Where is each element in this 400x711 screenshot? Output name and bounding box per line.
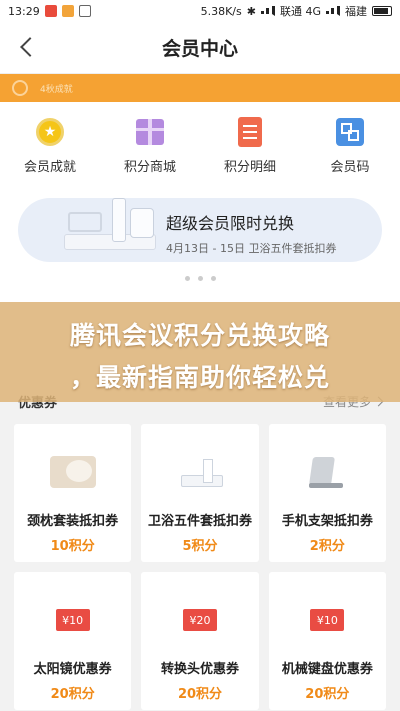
menu-item-label: 积分明细 bbox=[223, 160, 276, 175]
headline-overlay: 腾讯会议积分兑换攻略 ，最新指南助你轻松兑 bbox=[0, 302, 400, 402]
carrier-label: 联通 4G bbox=[279, 5, 321, 18]
member-level-strip: 4秋成就 bbox=[0, 74, 400, 102]
carousel-dot[interactable] bbox=[184, 276, 190, 281]
product-points: 20积分 bbox=[305, 687, 350, 702]
banner-title: 超级会员限时兑换 bbox=[166, 214, 295, 233]
level-text: 4秋成就 bbox=[40, 84, 73, 95]
product-card[interactable]: 卫浴五件套抵扣券 5积分 bbox=[141, 424, 259, 562]
product-points: 5积分 bbox=[182, 539, 218, 554]
menu-item-points-detail[interactable]: 积分明细 bbox=[200, 102, 300, 184]
medal-icon: ★ bbox=[36, 118, 64, 146]
network-speed: 5.38K/s bbox=[200, 4, 242, 18]
product-card[interactable]: 颈枕套装抵扣券 10积分 bbox=[14, 424, 132, 562]
app-notification-icon bbox=[61, 5, 74, 17]
menu-item-points-mall[interactable]: 积分商城 bbox=[100, 102, 200, 184]
product-card[interactable]: ¥10 机械键盘优惠券 20积分 bbox=[268, 572, 386, 710]
product-points: 20积分 bbox=[50, 687, 95, 702]
location-pin-icon bbox=[12, 80, 28, 96]
carrier-label: 福建 bbox=[345, 5, 367, 18]
page-title: 会员中心 bbox=[161, 38, 238, 60]
carousel-dot[interactable] bbox=[197, 276, 203, 281]
promo-banner[interactable]: 超级会员限时兑换 4月13日 - 15日 卫浴五件套抵扣券 bbox=[18, 198, 382, 262]
phone-stand-image bbox=[307, 453, 347, 491]
product-name: 机械键盘优惠券 bbox=[281, 662, 373, 677]
promo-banner-area: 超级会员限时兑换 4月13日 - 15日 卫浴五件套抵扣券 bbox=[0, 184, 400, 302]
nav-bar: 会员中心 bbox=[0, 22, 400, 74]
document-icon bbox=[238, 117, 262, 147]
headline-line-2: ，最新指南助你轻松兑 bbox=[69, 363, 330, 392]
product-name: 卫浴五件套抵扣券 bbox=[147, 514, 252, 529]
product-name: 手机支架抵扣券 bbox=[281, 514, 373, 529]
carousel-indicator bbox=[0, 276, 400, 281]
pillow-image bbox=[49, 456, 96, 488]
menu-item-label: 会员码 bbox=[330, 160, 370, 175]
product-card[interactable]: ¥10 太阳镜优惠券 20积分 bbox=[14, 572, 132, 710]
status-time: 13:29 bbox=[8, 4, 40, 18]
product-name: 颈枕套装抵扣券 bbox=[27, 514, 119, 529]
carousel-dot[interactable] bbox=[210, 276, 216, 281]
coupon-grid: 颈枕套装抵扣券 10积分 卫浴五件套抵扣券 5积分 手机支架抵扣券 2积分 ¥1… bbox=[14, 424, 386, 710]
product-card[interactable]: ¥20 转换头优惠券 20积分 bbox=[141, 572, 259, 710]
image-notification-icon bbox=[78, 5, 91, 17]
bath-set-image bbox=[54, 190, 174, 260]
menu-item-member-code[interactable]: 会员码 bbox=[300, 102, 400, 184]
app-notification-icon bbox=[44, 5, 57, 17]
coupon-icon: ¥10 bbox=[310, 609, 345, 631]
quick-menu: ★ 会员成就 积分商城 积分明细 会员码 bbox=[0, 102, 400, 184]
page: 13:29 5.38K/s ✱ 联通 4G 福建 会员中心 4秋成就 ★ 会员成… bbox=[0, 0, 400, 711]
bluetooth-icon: ✱ bbox=[246, 4, 256, 18]
product-points: 20积分 bbox=[177, 687, 223, 702]
signal-icon bbox=[260, 6, 275, 16]
menu-item-achievements[interactable]: ★ 会员成就 bbox=[0, 102, 100, 184]
back-arrow-icon[interactable] bbox=[14, 34, 40, 60]
qrcode-icon bbox=[336, 118, 364, 146]
gift-icon bbox=[136, 119, 164, 145]
signal-icon bbox=[326, 6, 340, 16]
banner-subtitle: 4月13日 - 15日 卫浴五件套抵扣券 bbox=[166, 242, 337, 255]
product-points: 10积分 bbox=[50, 539, 95, 554]
menu-item-label: 会员成就 bbox=[23, 160, 76, 175]
product-name: 太阳镜优惠券 bbox=[33, 662, 112, 677]
status-bar: 13:29 5.38K/s ✱ 联通 4G 福建 bbox=[0, 0, 400, 22]
headline-line-1: 腾讯会议积分兑换攻略 bbox=[69, 321, 330, 350]
product-name: 转换头优惠券 bbox=[160, 662, 239, 677]
menu-item-label: 积分商城 bbox=[123, 160, 176, 175]
coupon-icon: ¥20 bbox=[182, 609, 217, 631]
battery-icon bbox=[372, 6, 392, 16]
coupon-icon: ¥10 bbox=[55, 609, 90, 631]
product-card[interactable]: 手机支架抵扣券 2积分 bbox=[268, 424, 386, 562]
bath-set-image bbox=[175, 457, 225, 487]
product-points: 2积分 bbox=[309, 539, 345, 554]
